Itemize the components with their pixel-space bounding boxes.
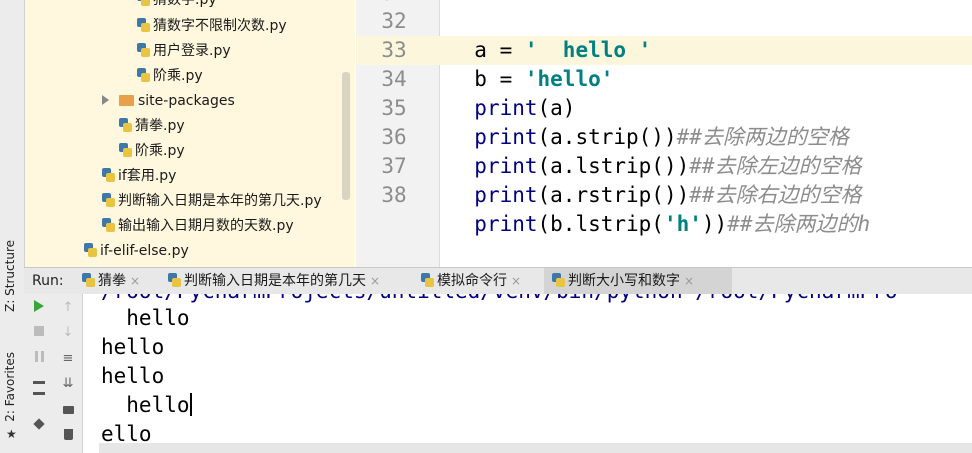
pause-button[interactable]	[24, 348, 54, 370]
tree-item[interactable]: if套用.py	[102, 164, 176, 189]
line-number: 38	[381, 183, 407, 207]
console-horizontal-scrollbar[interactable]	[99, 443, 972, 453]
close-icon[interactable]: ×	[684, 274, 694, 288]
line-number: 32	[381, 9, 407, 33]
stop-icon	[34, 326, 44, 336]
print-icon[interactable]	[53, 400, 83, 422]
line-number: 37	[381, 154, 407, 178]
console-line: hello	[101, 306, 203, 330]
python-file-icon	[102, 193, 115, 207]
line-number: 33	[381, 38, 407, 62]
code-line[interactable]: print(a.strip())##去除两边的空格	[449, 94, 849, 149]
tree-item[interactable]: if-elif-else.py	[84, 239, 189, 264]
layout-icon	[33, 381, 45, 395]
play-icon	[34, 300, 44, 312]
python-file-icon	[421, 273, 434, 287]
line-number: 36	[381, 125, 407, 149]
left-tool-strip: Z: Structure 2: Favorites ★	[0, 0, 25, 453]
console-command-line: /root/PycharmProjects/untitled/venv/bin/…	[101, 294, 898, 303]
python-file-icon	[137, 68, 150, 82]
soft-wrap-icon[interactable]: ≡	[53, 348, 83, 370]
run-label: Run:	[32, 273, 64, 289]
expand-arrow-icon[interactable]	[102, 95, 109, 105]
code-line[interactable]: a = ' hello '	[449, 7, 651, 62]
code-line[interactable]: print(b.lstrip('h'))##去除两边的h	[449, 181, 870, 236]
run-tab[interactable]: 模拟命令行 ×	[421, 268, 541, 294]
pause-icon	[34, 351, 44, 362]
star-icon: ★	[6, 427, 17, 441]
line-number: 35	[381, 96, 407, 120]
text-cursor	[189, 393, 192, 416]
console-line: hello	[101, 393, 192, 417]
tree-item[interactable]: 判断输入日期是本年的第几天.py	[102, 189, 322, 214]
python-file-icon	[137, 18, 150, 32]
tree-item[interactable]: 阶乘.py	[137, 64, 203, 89]
tree-scrollbar[interactable]	[342, 72, 350, 200]
trash-icon[interactable]	[53, 426, 83, 448]
run-toolbar-secondary: ↑ ↓ ≡ ⇊	[54, 294, 83, 453]
run-tab[interactable]: 猜拳 ×	[80, 268, 160, 294]
tree-item[interactable]: 用户登录.py	[137, 39, 231, 64]
code-line[interactable]: print(a.rstrip())##去除右边的空格	[449, 152, 861, 207]
stop-button[interactable]	[24, 322, 54, 344]
tree-folder[interactable]: site-packages	[102, 89, 235, 114]
layout-button[interactable]	[24, 381, 54, 403]
rerun-button[interactable]	[24, 297, 54, 319]
structure-tool-button[interactable]: Z: Structure	[3, 240, 17, 312]
favorites-tool-button[interactable]: 2: Favorites	[3, 352, 17, 422]
tree-item[interactable]: 猜数字.py	[137, 0, 217, 13]
run-tab-active[interactable]: 判断大小写和数字 ×	[544, 268, 732, 294]
console-line: hello	[101, 335, 165, 359]
python-file-icon	[119, 118, 132, 132]
tree-item[interactable]: 阶乘.py	[119, 139, 185, 164]
code-line[interactable]: print(a)	[449, 65, 575, 120]
python-file-icon	[102, 168, 115, 182]
run-toolbar	[24, 294, 54, 453]
python-file-icon	[137, 0, 150, 6]
line-number: 34	[381, 67, 407, 91]
run-tab[interactable]: 判断输入日期是本年的第几天 ×	[168, 268, 408, 294]
python-file-icon	[168, 273, 181, 287]
console-output[interactable]: /root/PycharmProjects/untitled/venv/bin/…	[83, 294, 972, 453]
python-file-icon	[119, 143, 132, 157]
close-icon[interactable]: ×	[511, 274, 521, 288]
python-file-icon	[102, 218, 115, 232]
close-icon[interactable]: ×	[370, 274, 380, 288]
tree-item[interactable]: 猜数字不限制次数.py	[137, 14, 287, 39]
folder-icon	[119, 95, 134, 106]
up-arrow-icon[interactable]: ↑	[53, 297, 83, 319]
python-file-icon	[82, 273, 95, 287]
python-file-icon	[84, 243, 97, 257]
run-tab-bar: Run: 猜拳 × 判断输入日期是本年的第几天 × 模拟命令行 × 判断大小写和数字 ×	[24, 267, 972, 295]
tree-item[interactable]: 猜拳.py	[119, 114, 185, 139]
close-icon[interactable]: ×	[130, 274, 140, 288]
python-file-icon	[552, 273, 565, 287]
pin-button[interactable]	[24, 414, 54, 436]
tree-item[interactable]: 输出输入日期月数的天数.py	[102, 214, 294, 239]
scroll-to-end-icon[interactable]: ⇊	[53, 373, 83, 395]
project-tree: 猜数字.py 猜数字不限制次数.py 用户登录.py 阶乘.py site-pa…	[25, 0, 355, 267]
code-line[interactable]: b = 'hello'	[449, 36, 613, 91]
python-file-icon	[137, 43, 150, 57]
pin-icon	[33, 418, 45, 430]
console-line: hello	[101, 364, 165, 388]
down-arrow-icon[interactable]: ↓	[53, 322, 83, 344]
code-line[interactable]: print(a.lstrip())##去除左边的空格	[449, 123, 861, 178]
